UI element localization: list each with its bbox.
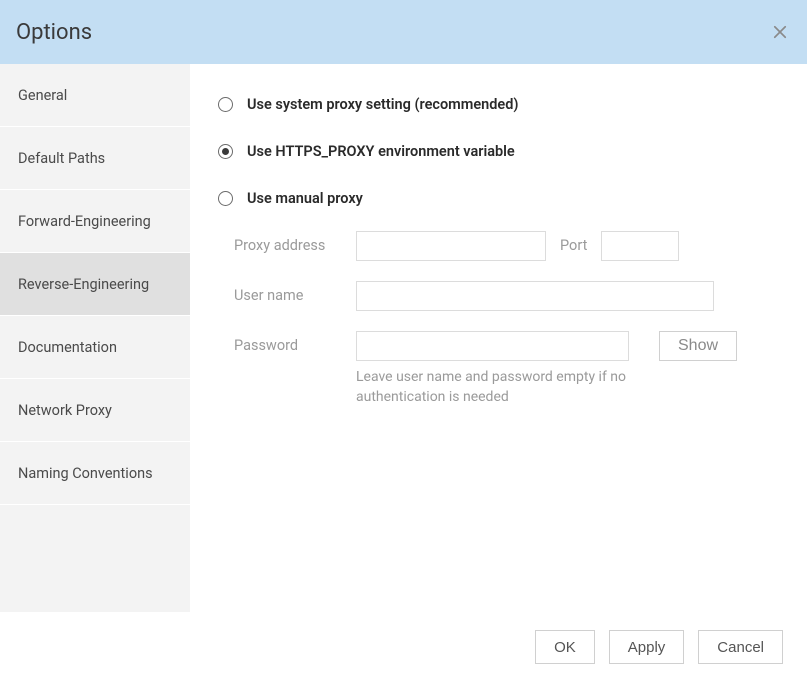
content-panel: Use system proxy setting (recommended) Us… [190, 64, 807, 612]
dialog-footer: OK Apply Cancel [0, 612, 807, 682]
sidebar-item-label: Documentation [18, 339, 117, 356]
proxy-user-row: User name [234, 281, 779, 311]
sidebar-item-general[interactable]: General [0, 64, 190, 127]
sidebar-item-documentation[interactable]: Documentation [0, 316, 190, 379]
sidebar-item-forward-engineering[interactable]: Forward-Engineering [0, 190, 190, 253]
proxy-option-system[interactable]: Use system proxy setting (recommended) [218, 96, 779, 113]
sidebar-item-label: General [18, 87, 67, 104]
proxy-port-input[interactable] [601, 231, 679, 261]
sidebar-item-reverse-engineering[interactable]: Reverse-Engineering [0, 253, 190, 316]
sidebar-item-label: Naming Conventions [18, 465, 153, 482]
proxy-option-label: Use HTTPS_PROXY environment variable [247, 143, 515, 160]
ok-button[interactable]: OK [535, 630, 595, 664]
proxy-address-label: Proxy address [234, 231, 342, 254]
sidebar-item-network-proxy[interactable]: Network Proxy [0, 379, 190, 442]
proxy-password-input[interactable] [356, 331, 629, 361]
manual-proxy-form: Proxy address Port User name Password Sh… [218, 231, 779, 408]
proxy-auth-hint: Leave user name and password empty if no… [356, 367, 646, 408]
cancel-button[interactable]: Cancel [698, 630, 783, 664]
options-dialog: Options General Default Paths Forward-Engi… [0, 0, 807, 682]
proxy-port-label: Port [560, 231, 587, 254]
proxy-option-manual[interactable]: Use manual proxy [218, 190, 779, 207]
proxy-password-row: Password Show Leave user name and passwo… [234, 331, 779, 408]
proxy-password-label: Password [234, 331, 342, 354]
close-icon[interactable] [771, 23, 789, 41]
proxy-address-row: Proxy address Port [234, 231, 779, 261]
sidebar-item-default-paths[interactable]: Default Paths [0, 127, 190, 190]
titlebar: Options [0, 0, 807, 64]
proxy-address-input[interactable] [356, 231, 546, 261]
sidebar-item-naming-conventions[interactable]: Naming Conventions [0, 442, 190, 505]
radio-icon[interactable] [218, 144, 233, 159]
proxy-option-env[interactable]: Use HTTPS_PROXY environment variable [218, 143, 779, 160]
dialog-title: Options [16, 20, 92, 45]
show-password-button[interactable]: Show [659, 331, 737, 361]
proxy-option-label: Use manual proxy [247, 190, 363, 207]
radio-icon[interactable] [218, 97, 233, 112]
proxy-option-label: Use system proxy setting (recommended) [247, 96, 518, 113]
proxy-user-label: User name [234, 281, 342, 304]
sidebar-item-label: Forward-Engineering [18, 213, 151, 230]
radio-icon[interactable] [218, 191, 233, 206]
apply-button[interactable]: Apply [609, 630, 685, 664]
sidebar: General Default Paths Forward-Engineering R… [0, 64, 190, 612]
sidebar-item-label: Default Paths [18, 150, 105, 167]
sidebar-item-label: Reverse-Engineering [18, 276, 149, 293]
proxy-user-input[interactable] [356, 281, 714, 311]
sidebar-item-label: Network Proxy [18, 402, 112, 419]
dialog-body: General Default Paths Forward-Engineering R… [0, 64, 807, 612]
